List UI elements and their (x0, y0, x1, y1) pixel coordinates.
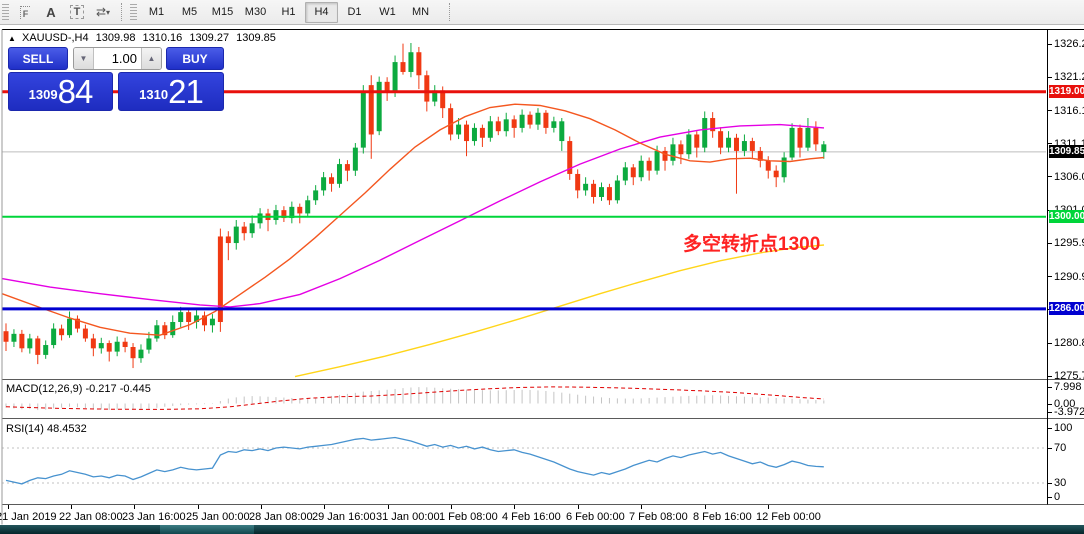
one-click-trade-widget: SELL ▼ 1.00 ▲ BUY 1309 84 1310 21 (8, 47, 224, 111)
date-tick-mark (514, 505, 515, 509)
price-tick-label: 1321.20 (1054, 71, 1084, 84)
macd-label: MACD(12,26,9) -0.217 -0.445 (6, 383, 151, 395)
volume-input[interactable]: 1.00 (94, 48, 141, 69)
sell-button[interactable]: SELL (8, 47, 68, 70)
date-label: 28 Jan 08:00 (249, 511, 313, 523)
date-label: 29 Jan 16:00 (312, 511, 376, 523)
rsi-label: RSI(14) 48.4532 (6, 423, 87, 435)
price-tick-mark (1047, 276, 1052, 278)
taskbar-strip[interactable] (0, 525, 1084, 534)
symbol-label: XAUUSD-,H4 (21, 32, 89, 44)
chart-text-annotation[interactable]: 多空转折点1300 (683, 229, 820, 256)
price-tick-mark (1047, 143, 1052, 145)
date-tick-mark (198, 505, 199, 509)
date-label: 25 Jan 00:00 (186, 511, 250, 523)
quote-low: 1309.27 (189, 32, 230, 44)
date-tick-mark (324, 505, 325, 509)
date-label: 7 Feb 08:00 (629, 511, 688, 523)
date-tick-mark (705, 505, 706, 509)
date-label: 8 Feb 16:00 (693, 511, 752, 523)
macd-tick-mark (1047, 387, 1052, 389)
buy-price-big-figure: 1310 (139, 87, 169, 102)
date-label: 1 Feb 08:00 (439, 511, 498, 523)
date-label: 22 Jan 08:00 (59, 511, 123, 523)
buy-price-panel[interactable]: 1310 21 (118, 72, 224, 111)
quote-high: 1310.16 (142, 32, 183, 44)
price-tick-label: 1306.05 (1054, 170, 1084, 183)
macd-tick-mark (1047, 403, 1052, 405)
date-label: 6 Feb 00:00 (566, 511, 625, 523)
price-tick-label: 1290.90 (1054, 270, 1084, 283)
buy-price-pips: 21 (168, 73, 204, 110)
sell-price-panel[interactable]: 1309 84 (8, 72, 113, 111)
sell-price-pips: 84 (57, 73, 94, 110)
taskbar-active-app[interactable] (160, 525, 254, 534)
rsi-tick-mark (1047, 497, 1052, 498)
date-tick-mark (261, 505, 262, 509)
price-tick-mark (1047, 43, 1052, 45)
quote-open: 1309.98 (95, 32, 136, 44)
price-badge: 1319.00 (1049, 85, 1084, 99)
date-tick-mark (768, 505, 769, 509)
rsi-tick-mark (1047, 428, 1052, 429)
price-tick-label: 1326.25 (1054, 38, 1084, 50)
price-badge: 1309.85 (1049, 145, 1084, 159)
price-badge: 1286.00 (1049, 302, 1084, 316)
date-tick-mark (388, 505, 389, 509)
rsi-tick-label: 100 (1054, 422, 1073, 434)
date-label: 4 Feb 16:00 (502, 511, 561, 523)
price-tick-mark (1047, 76, 1052, 78)
price-tick-label: 1295.95 (1054, 237, 1084, 250)
date-label: 21 Jan 2019 (0, 511, 57, 523)
rsi-tick-label: 30 (1054, 477, 1067, 489)
date-tick-mark (8, 505, 9, 509)
date-tick-mark (641, 505, 642, 509)
price-badge: 1300.00 (1049, 210, 1084, 224)
date-label: 23 Jan 16:00 (122, 511, 186, 523)
price-tick-mark (1047, 342, 1052, 344)
price-tick-mark (1047, 375, 1052, 377)
date-label: 31 Jan 00:00 (376, 511, 440, 523)
quote-close: 1309.85 (236, 32, 276, 44)
rsi-tick-label: 70 (1054, 442, 1067, 454)
price-tick-mark (1047, 242, 1052, 244)
buy-button[interactable]: BUY (166, 47, 224, 70)
macd-tick-label: 7.998 (1054, 381, 1082, 394)
collapse-triangle-icon[interactable]: ▲ (8, 34, 16, 43)
date-tick-mark (71, 505, 72, 509)
sell-price-big-figure: 1309 (28, 87, 58, 102)
quote-header: ▲ XAUUSD-,H4 1309.98 1310.16 1309.27 130… (8, 32, 280, 44)
price-tick-mark (1047, 110, 1052, 111)
macd-tick-mark (1047, 411, 1052, 413)
rsi-tick-label: 0 (1054, 491, 1061, 503)
rsi-tick-mark (1047, 448, 1052, 449)
price-tick-label: 1316.15 (1054, 104, 1084, 117)
date-label: 12 Feb 00:00 (756, 511, 821, 523)
date-tick-mark (451, 505, 452, 509)
volume-down-button[interactable]: ▼ (74, 48, 94, 69)
price-tick-label: 1280.80 (1054, 337, 1084, 350)
macd-tick-label: -3.972 (1054, 405, 1084, 418)
date-tick-mark (134, 505, 135, 509)
price-tick-mark (1047, 176, 1052, 178)
volume-stepper: ▼ 1.00 ▲ (73, 47, 162, 70)
date-tick-mark (578, 505, 579, 509)
rsi-tick-mark (1047, 483, 1052, 484)
volume-up-button[interactable]: ▲ (141, 48, 161, 69)
